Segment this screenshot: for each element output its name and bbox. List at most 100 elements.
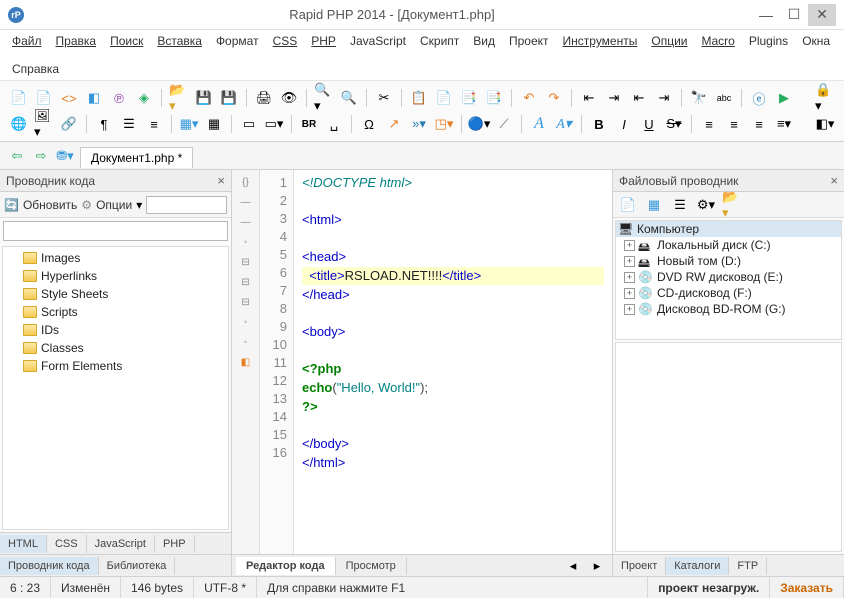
tb-form2[interactable]: ▭▾	[263, 113, 285, 135]
r-list[interactable]: ☰	[669, 194, 691, 216]
tb-clip[interactable]: 📑	[458, 87, 480, 109]
tb-undo[interactable]: ↶	[518, 87, 540, 109]
fold-icon[interactable]: ◦	[238, 234, 254, 250]
tb-link[interactable]: 🔗	[58, 113, 80, 135]
left-panel-close[interactable]: ×	[217, 173, 225, 188]
tb-preview[interactable]: 👁	[278, 87, 300, 109]
status-order[interactable]: Заказать	[770, 577, 844, 598]
tb-run[interactable]: ▶	[773, 87, 795, 109]
tb-tag[interactable]: <>	[58, 87, 80, 109]
tb-chev[interactable]: »▾	[408, 113, 430, 135]
lang-tab-html[interactable]: HTML	[0, 535, 47, 553]
code-explorer-tree[interactable]: Images Hyperlinks Style Sheets Scripts I…	[2, 246, 229, 530]
menu-plugins[interactable]: Plugins	[749, 34, 788, 48]
code-editor[interactable]: <!DOCTYPE html> <html> <head> <title>RSL…	[294, 170, 612, 554]
tb-findnext[interactable]: 🔍	[338, 87, 360, 109]
r-tiles[interactable]: ▦	[643, 194, 665, 216]
file-list-area[interactable]	[615, 342, 842, 552]
refresh-icon[interactable]: 🔄	[4, 198, 19, 212]
menu-file[interactable]: Файл	[12, 34, 42, 48]
r-open[interactable]: 📂▾	[721, 194, 743, 216]
menu-edit[interactable]: Правка	[56, 34, 97, 48]
menu-tools[interactable]: Инструменты	[563, 34, 638, 48]
tb-list-ol[interactable]: ≡	[143, 113, 165, 135]
tb-italic[interactable]: I	[613, 113, 635, 135]
lang-tab-php[interactable]: PHP	[155, 535, 195, 553]
minimize-button[interactable]: —	[752, 4, 780, 26]
menu-php[interactable]: PHP	[311, 34, 336, 48]
tb-abc[interactable]: abc	[713, 87, 735, 109]
scroll-left[interactable]: ◂	[562, 555, 584, 577]
menu-macro[interactable]: Macro	[701, 34, 734, 48]
tb-font-a[interactable]: A	[528, 113, 550, 135]
fold-icon[interactable]: ◦	[238, 314, 254, 330]
expand-icon[interactable]: +	[624, 288, 635, 299]
maximize-button[interactable]: ☐	[780, 4, 808, 26]
tb-copy[interactable]: 📋	[408, 87, 430, 109]
menu-javascript[interactable]: JavaScript	[350, 34, 406, 48]
tb-ie[interactable]: ⓔ	[748, 87, 770, 109]
tb-indent-r[interactable]: ⇥	[603, 87, 625, 109]
tab-library[interactable]: Библиотека	[99, 557, 176, 575]
menu-search[interactable]: Поиск	[110, 34, 143, 48]
expand-icon[interactable]: +	[624, 272, 635, 283]
tb-save[interactable]: 💾	[193, 87, 215, 109]
menu-view[interactable]: Вид	[473, 34, 495, 48]
tb-bold[interactable]: B	[588, 113, 610, 135]
tb-new2[interactable]: 📄	[33, 87, 55, 109]
lang-tab-js[interactable]: JavaScript	[87, 535, 155, 553]
tb-lock[interactable]: 🔒▾	[814, 87, 836, 109]
nav-back[interactable]: ⇦	[6, 145, 28, 167]
editor-tab-code[interactable]: Редактор кода	[236, 557, 336, 575]
fold-icon[interactable]: ⊟	[238, 254, 254, 270]
left-filter-input[interactable]	[3, 221, 228, 241]
tb-arrow[interactable]: ↗	[383, 113, 405, 135]
tb-redo[interactable]: ↷	[543, 87, 565, 109]
tab-project[interactable]: Проект	[613, 557, 666, 575]
tb-form1[interactable]: ▭	[238, 113, 260, 135]
tb-align-c[interactable]: ≡	[723, 113, 745, 135]
tb-world[interactable]: 🌐	[8, 113, 30, 135]
tb-paste[interactable]: 📄	[433, 87, 455, 109]
tb-cut[interactable]: ✂	[373, 87, 395, 109]
tb-sq[interactable]: ◳▾	[433, 113, 455, 135]
tb-list-ul[interactable]: ☰	[118, 113, 140, 135]
tb-binoc[interactable]: 🔭	[688, 87, 710, 109]
tb-color[interactable]: 🔵▾	[468, 113, 490, 135]
menu-format[interactable]: Формат	[216, 34, 259, 48]
fold-icon[interactable]: —	[238, 194, 254, 210]
tb-br[interactable]: BR	[298, 113, 320, 135]
tb-open[interactable]: 📂▾	[168, 87, 190, 109]
doc-tab[interactable]: Документ1.php *	[80, 147, 193, 168]
scroll-right[interactable]: ▸	[586, 555, 608, 577]
tb-css[interactable]: ◧	[83, 87, 105, 109]
left-search-input[interactable]	[146, 196, 227, 214]
fold-icon[interactable]: ⊟	[238, 294, 254, 310]
tb-underline[interactable]: U	[638, 113, 660, 135]
tb-style[interactable]: ⟋	[493, 113, 515, 135]
menu-insert[interactable]: Вставка	[157, 34, 202, 48]
tb-strike[interactable]: S▾	[663, 113, 685, 135]
tb-print[interactable]: 🖨	[253, 87, 275, 109]
tb-clip2[interactable]: 📑	[483, 87, 505, 109]
fold-icon[interactable]: {}	[238, 174, 254, 190]
tb-find[interactable]: 🔍▾	[313, 87, 335, 109]
editor-tab-preview[interactable]: Просмотр	[336, 557, 407, 575]
menu-help[interactable]: Справка	[12, 62, 59, 76]
lang-tab-css[interactable]: CSS	[47, 535, 87, 553]
menu-windows[interactable]: Окна	[802, 34, 830, 48]
fold-icon[interactable]: ◦	[238, 334, 254, 350]
tb-php[interactable]: ℗	[108, 87, 130, 109]
tab-code-explorer[interactable]: Проводник кода	[0, 557, 99, 575]
tb-saveall[interactable]: 💾	[218, 87, 240, 109]
tb-indent-l2[interactable]: ⇤	[628, 87, 650, 109]
expand-icon[interactable]: +	[624, 256, 635, 267]
fold-icon[interactable]: ◧	[238, 354, 254, 370]
tb-table1[interactable]: ▦▾	[178, 113, 200, 135]
tb-img[interactable]: 🖼▾	[33, 113, 55, 135]
options-gear-icon[interactable]: ⚙	[81, 198, 92, 212]
menu-project[interactable]: Проект	[509, 34, 549, 48]
tb-indent-r2[interactable]: ⇥	[653, 87, 675, 109]
menu-css[interactable]: CSS	[273, 34, 298, 48]
file-explorer-tree[interactable]: 🖥Компьютер +🖴Локальный диск (C:) +🖴Новый…	[615, 220, 842, 340]
